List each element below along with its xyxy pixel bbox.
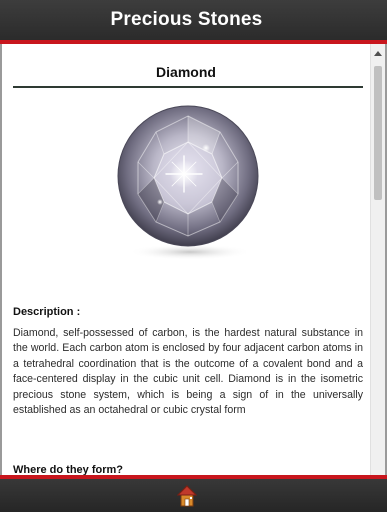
content-scroll-area[interactable]: Diamond Description: Diamond, self-poss… [2, 44, 370, 475]
diamond-gem-image [114, 102, 262, 262]
vertical-scrollbar[interactable] [370, 44, 385, 475]
formation-heading: Where do they form? [13, 464, 124, 475]
app-footer [0, 475, 387, 512]
description-heading: Description : [13, 306, 81, 318]
home-icon [176, 484, 197, 506]
description-text: Diamond, self-possessed of carbon, is th… [13, 327, 363, 417]
app-title: Precious Stones [110, 9, 263, 30]
stone-title: Diamond [156, 64, 216, 80]
scroll-up-arrow-icon[interactable] [374, 51, 382, 56]
home-button[interactable] [176, 484, 198, 508]
title-divider [13, 86, 363, 88]
app-header: Precious Stones [0, 0, 387, 44]
scroll-thumb[interactable] [374, 66, 382, 200]
